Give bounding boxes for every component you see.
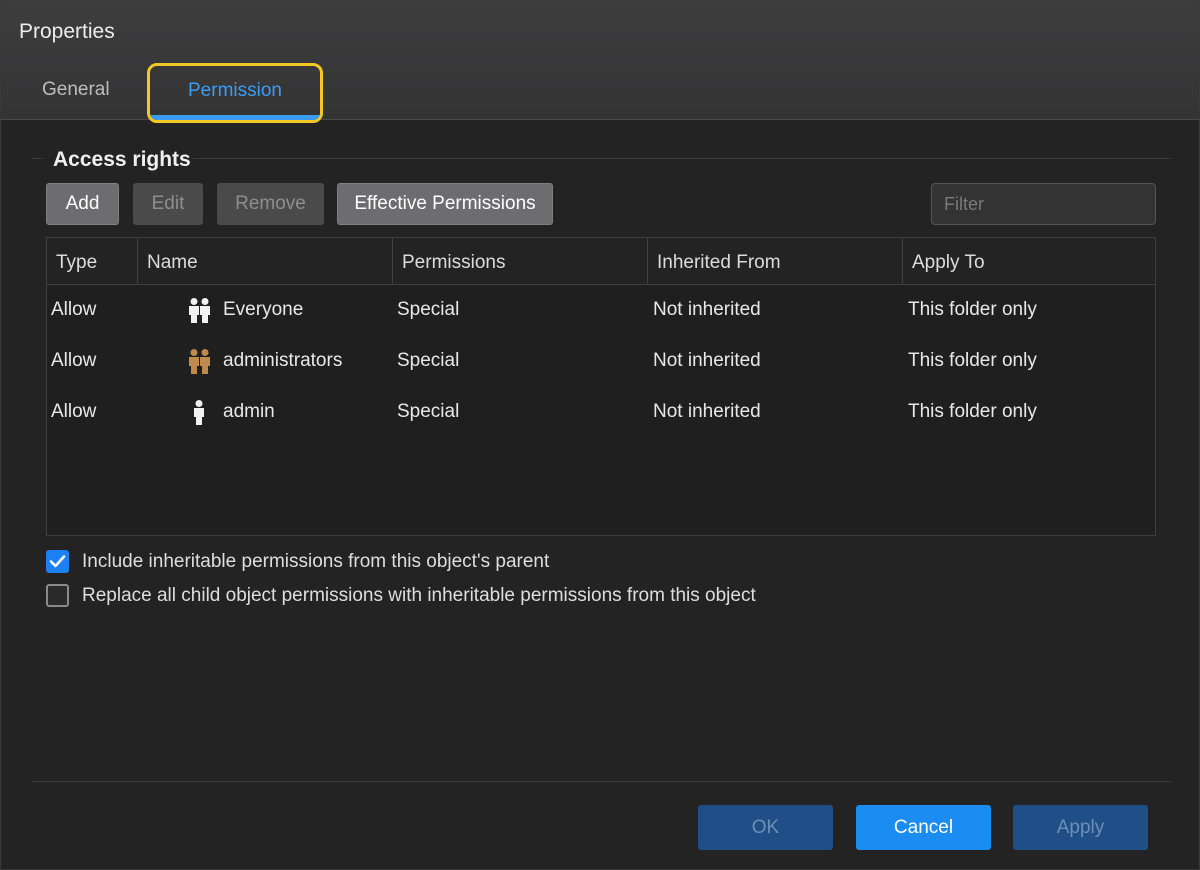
cell-type: Allow — [51, 401, 97, 422]
tab-permission-label: Permission — [188, 80, 282, 101]
replace-child-permissions-checkbox[interactable] — [46, 584, 69, 607]
table-header: Type Name Permissions Inherited From App… — [47, 238, 1155, 285]
remove-button[interactable]: Remove — [217, 183, 324, 225]
replace-child-permissions-label[interactable]: Replace all child object permissions wit… — [82, 585, 756, 607]
table-row[interactable]: Allow Everyone Special Not inherited Thi… — [47, 284, 1155, 335]
checkmark-icon — [49, 555, 66, 568]
cell-type: Allow — [51, 299, 97, 320]
cell-type: Allow — [51, 350, 97, 371]
user-icon — [194, 399, 204, 425]
column-header-inherited-from[interactable]: Inherited From — [648, 238, 903, 284]
cell-inherited-from: Not inherited — [653, 401, 761, 422]
admin-group-icon — [189, 348, 210, 374]
principal-name: admin — [223, 400, 275, 422]
footer-divider — [31, 781, 1171, 782]
cell-name: administrators — [185, 335, 342, 386]
properties-dialog: Properties General Permission Access rig… — [0, 0, 1200, 870]
cell-permissions: Special — [397, 401, 460, 422]
tab-general[interactable]: General — [42, 79, 110, 101]
filter-input[interactable] — [931, 183, 1156, 225]
cell-inherited-from: Not inherited — [653, 299, 761, 320]
section-divider — [31, 158, 1171, 159]
permissions-table: Type Name Permissions Inherited From App… — [46, 237, 1156, 536]
effective-permissions-button[interactable]: Effective Permissions — [337, 183, 553, 225]
include-inheritable-label[interactable]: Include inheritable permissions from thi… — [82, 551, 549, 573]
cell-permissions: Special — [397, 299, 460, 320]
dialog-title: Properties — [19, 20, 115, 43]
include-inheritable-checkbox[interactable] — [46, 550, 69, 573]
column-header-permissions[interactable]: Permissions — [393, 238, 648, 284]
cell-apply-to: This folder only — [908, 299, 1037, 320]
cell-apply-to: This folder only — [908, 350, 1037, 371]
cell-permissions: Special — [397, 350, 460, 371]
table-row[interactable]: Allow administrators Special Not inherit… — [47, 335, 1155, 386]
active-tab-indicator — [150, 115, 320, 120]
cell-name: Everyone — [185, 284, 303, 335]
principal-name: administrators — [223, 349, 343, 371]
group-icon — [189, 297, 210, 323]
cell-name: admin — [185, 386, 275, 437]
cancel-button[interactable]: Cancel — [856, 805, 991, 850]
cell-inherited-from: Not inherited — [653, 350, 761, 371]
tab-permission[interactable]: Permission — [147, 63, 323, 123]
column-header-type[interactable]: Type — [47, 238, 138, 284]
dialog-header: Properties General Permission — [1, 1, 1199, 123]
table-row[interactable]: Allow admin Special Not inherited This f… — [47, 386, 1155, 437]
add-button[interactable]: Add — [46, 183, 119, 225]
ok-button[interactable]: OK — [698, 805, 833, 850]
cell-apply-to: This folder only — [908, 401, 1037, 422]
edit-button[interactable]: Edit — [133, 183, 203, 225]
section-title: Access rights — [53, 148, 191, 171]
apply-button[interactable]: Apply — [1013, 805, 1148, 850]
column-header-name[interactable]: Name — [138, 238, 393, 284]
principal-name: Everyone — [223, 298, 304, 320]
column-header-apply-to[interactable]: Apply To — [903, 238, 1155, 284]
